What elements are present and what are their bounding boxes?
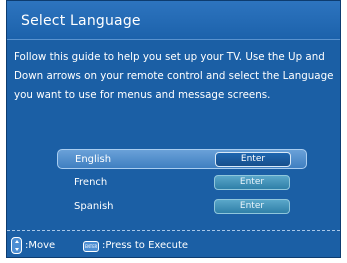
title-bar: Select Language [7,1,340,40]
enter-button-french[interactable]: Enter [214,175,290,190]
language-label-english: English [75,154,112,165]
enter-key-icon: ENTER [83,241,99,252]
language-label-french: French [74,177,108,188]
enter-button-spanish[interactable]: Enter [214,199,290,214]
language-row-english[interactable]: English Enter [57,149,307,169]
footer-hints: :Move ENTER :Press to Execute [11,236,331,256]
page-title: Select Language [21,13,141,29]
execute-hint-label: :Press to Execute [102,240,189,251]
setup-screen: Select Language Follow this guide to hel… [6,0,341,258]
updown-arrows-icon [11,237,22,254]
move-hint-label: :Move [25,240,56,251]
footer-divider [7,230,340,231]
language-row-spanish[interactable]: Spanish Enter [57,197,307,217]
enter-button-english[interactable]: Enter [215,152,291,167]
language-label-spanish: Spanish [74,201,114,212]
instructions-text: Follow this guide to help you set up you… [14,51,334,101]
language-row-french[interactable]: French Enter [57,173,307,193]
